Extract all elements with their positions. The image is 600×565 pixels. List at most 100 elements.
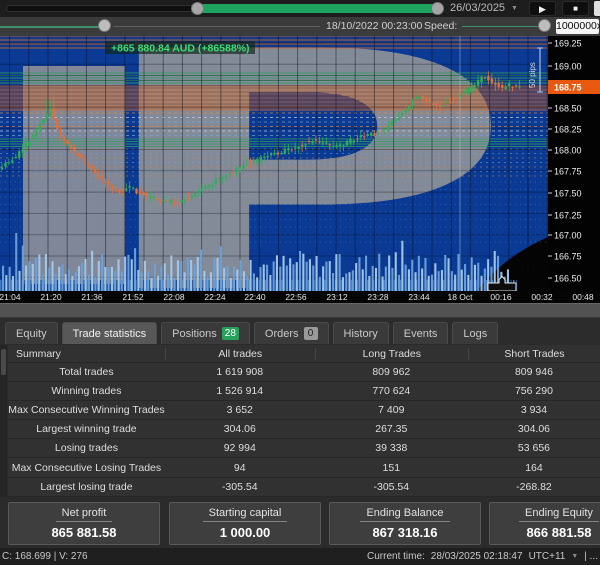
time-tick-label: 22:08 <box>163 292 184 302</box>
summary-box-net-profit: Net profit865 881.58 <box>8 502 160 545</box>
table-cell: 1 526 914 <box>165 385 315 397</box>
table-row[interactable]: Winning trades1 526 914770 624756 290 <box>8 382 600 401</box>
summary-box-ending-balance: Ending Balance 867 318.16 <box>329 502 481 545</box>
price-tick-label: 168.50 <box>554 104 582 114</box>
table-cell: 53 656 <box>468 442 600 454</box>
column-header: Summary <box>8 348 165 360</box>
candlestick-chart[interactable]: P+865 880.84 AUD (+86588%)50 pips169.251… <box>0 36 600 291</box>
table-cell: Max Consecutive Winning Trades <box>8 404 165 416</box>
time-tick-label: 21:52 <box>122 292 143 302</box>
calendar-icon[interactable] <box>594 1 600 16</box>
speed-label: Speed: <box>424 17 457 36</box>
table-header-row: SummaryAll tradesLong TradesShort Trades <box>8 345 600 363</box>
panel-splitter[interactable] <box>0 303 600 318</box>
tab-logs[interactable]: Logs <box>452 322 498 344</box>
tab-equity[interactable]: Equity <box>5 322 58 344</box>
top-toolbar: 26/03/2025 ▼ ▶ ■ <box>0 0 600 17</box>
time-tick-label: 21:36 <box>81 292 102 302</box>
table-row[interactable]: Largest winning trade304.06267.35304.06 <box>8 420 600 439</box>
table-cell: 756 290 <box>468 385 600 397</box>
price-tick-label: 168.00 <box>554 146 582 156</box>
table-row[interactable]: Losing trades92 99439 33853 656 <box>8 439 600 458</box>
time-tick-label: 00:32 <box>531 292 552 302</box>
tab-orders[interactable]: Orders0 <box>254 322 329 344</box>
time-tick-label: 22:24 <box>204 292 225 302</box>
price-tick-label: 167.00 <box>554 231 582 241</box>
tab-trade-statistics[interactable]: Trade statistics <box>62 322 158 344</box>
table-cell: -305.54 <box>165 481 315 493</box>
play-button[interactable]: ▶ <box>529 1 556 16</box>
column-header: Short Trades <box>468 348 600 360</box>
bottom-panel-tabs: Equity Trade statistics Positions28Orders0… <box>0 318 600 344</box>
table-cell: 304.06 <box>165 423 315 435</box>
summary-box-ending-equity: Ending Equity866 881.58 <box>489 502 600 545</box>
table-row[interactable]: Max Consecutive Winning Trades3 6527 409… <box>8 401 600 420</box>
time-tick-label: 23:28 <box>367 292 388 302</box>
timeline-slider-handle-end[interactable] <box>431 2 444 15</box>
tab-history[interactable]: History <box>333 322 389 344</box>
price-tick-label: 167.50 <box>554 189 582 199</box>
table-cell: 3 652 <box>165 404 315 416</box>
ruler-label: 50 pips <box>528 62 537 88</box>
quote-info: C: 168.699 | V: 276 <box>2 548 88 565</box>
table-row[interactable]: Total trades1 619 908809 962809 946 <box>8 363 600 382</box>
table-cell: 151 <box>315 462 468 474</box>
table-cell: -305.54 <box>315 481 468 493</box>
price-tick-label: 168.75 <box>554 83 582 93</box>
table-cell: 164 <box>468 462 600 474</box>
table-row[interactable]: Largest losing trade-305.54-305.54-268.8… <box>8 478 600 497</box>
table-cell: 92 994 <box>165 442 315 454</box>
timeline-slider-fill <box>199 4 437 13</box>
summary-box-starting-capital: Starting capital1 000.00 <box>169 502 321 545</box>
summary-label: Net profit <box>56 507 113 522</box>
backtester-window: 26/03/2025 ▼ ▶ ■ 18/10/2022 00:23:00 Spe… <box>0 0 600 565</box>
time-tick-label: 22:40 <box>244 292 265 302</box>
position-slider-track[interactable] <box>0 26 100 28</box>
price-tick-label: 167.25 <box>554 211 582 221</box>
status-trailing: | ... <box>584 548 598 565</box>
date-select[interactable]: 26/03/2025 <box>450 1 520 16</box>
time-tick-label: 23:44 <box>408 292 429 302</box>
time-axis[interactable]: 21:0421:2021:3621:5222:0822:2422:4022:56… <box>0 291 600 303</box>
column-header: Long Trades <box>315 348 468 360</box>
table-cell: Winning trades <box>8 385 165 397</box>
table-cell: 94 <box>165 462 315 474</box>
profit-annotation: +865 880.84 AUD (+86588%) <box>111 43 250 55</box>
table-cell: 3 934 <box>468 404 600 416</box>
current-time-label: Current time: <box>367 548 425 565</box>
time-tick-label: 00:48 <box>572 292 593 302</box>
tab-label: Trade statistics <box>73 324 147 344</box>
summary-label: Ending Balance <box>360 507 449 522</box>
summary-label: Ending Equity <box>519 507 599 522</box>
speed-value[interactable]: 1000000x <box>556 19 599 34</box>
timezone-select[interactable]: UTC+11 <box>529 548 566 565</box>
table-cell: 770 624 <box>315 385 468 397</box>
position-slider-handle[interactable] <box>98 19 111 32</box>
tab-positions[interactable]: Positions28 <box>161 322 250 344</box>
speed-slider-handle[interactable] <box>538 19 551 32</box>
table-scrollbar[interactable] <box>0 345 7 497</box>
time-tick-label: 18 Oct <box>447 292 472 302</box>
chevron-down-icon[interactable]: ▼ <box>511 1 518 16</box>
scrollbar-thumb[interactable] <box>1 349 6 375</box>
table-cell: 304.06 <box>468 423 600 435</box>
table-row[interactable]: Max Consecutive Losing Trades94151164 <box>8 458 600 477</box>
summary-value: 867 318.16 <box>330 525 480 540</box>
tab-events[interactable]: Events <box>393 322 449 344</box>
chevron-down-icon[interactable]: ▼ <box>571 548 578 565</box>
tab-label: Equity <box>16 324 47 344</box>
table-cell: Max Consecutive Losing Trades <box>8 462 165 474</box>
stop-button[interactable]: ■ <box>562 1 589 16</box>
table-cell: 267.35 <box>315 423 468 435</box>
time-tick-label: 21:04 <box>0 292 21 302</box>
price-tick-label: 167.75 <box>554 167 582 177</box>
price-tick-label: 169.25 <box>554 39 582 49</box>
timeline-slider-handle-start[interactable] <box>191 2 204 15</box>
playback-toolbar: 18/10/2022 00:23:00 Speed: 1000000x <box>0 17 600 36</box>
speed-slider-track[interactable] <box>462 26 540 27</box>
tab-label: Logs <box>463 324 487 344</box>
chart-canvas[interactable]: P+865 880.84 AUD (+86588%)50 pips169.251… <box>0 36 600 291</box>
tab-label: History <box>344 324 378 344</box>
time-tick-label: 23:12 <box>326 292 347 302</box>
price-tick-label: 168.25 <box>554 125 582 135</box>
